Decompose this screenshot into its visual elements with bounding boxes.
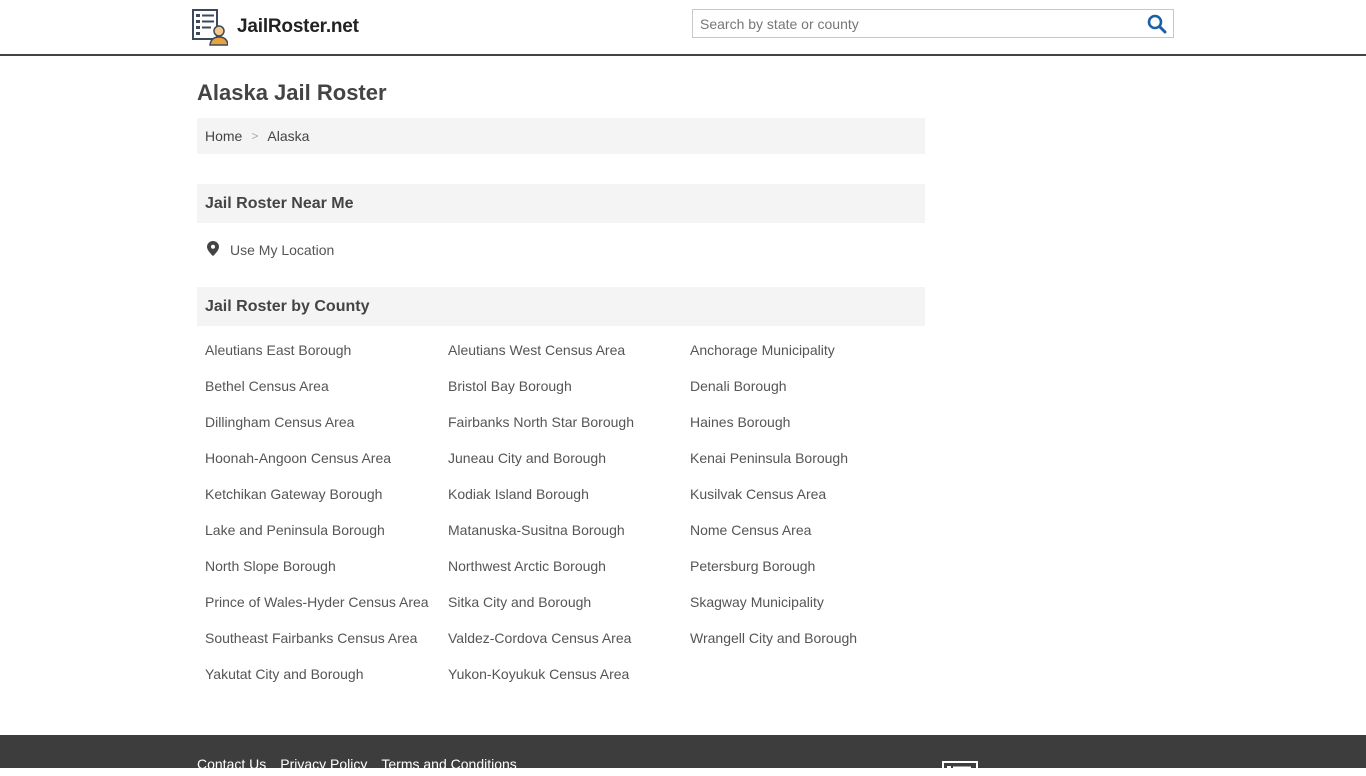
page-title: Alaska Jail Roster bbox=[197, 80, 387, 105]
site-logo[interactable]: JailRoster.net bbox=[192, 8, 359, 46]
county-link[interactable]: Prince of Wales-Hyder Census Area bbox=[205, 594, 448, 630]
breadcrumb-current: Alaska bbox=[267, 128, 310, 144]
search-input[interactable] bbox=[700, 10, 1130, 37]
breadcrumb: Home > Alaska bbox=[197, 118, 925, 154]
county-link[interactable]: North Slope Borough bbox=[205, 558, 448, 594]
county-link[interactable]: Haines Borough bbox=[690, 414, 925, 450]
county-link[interactable]: Kenai Peninsula Borough bbox=[690, 450, 925, 486]
search-icon[interactable] bbox=[1147, 14, 1167, 34]
county-link[interactable]: Denali Borough bbox=[690, 378, 925, 414]
county-link[interactable]: Lake and Peninsula Borough bbox=[205, 522, 448, 558]
county-link[interactable]: Sitka City and Borough bbox=[448, 594, 690, 630]
site-name: JailRoster.net bbox=[237, 16, 359, 37]
county-link[interactable]: Nome Census Area bbox=[690, 522, 925, 558]
county-link[interactable]: Juneau City and Borough bbox=[448, 450, 690, 486]
county-heading: Jail Roster by County bbox=[197, 287, 925, 326]
county-link[interactable]: Aleutians West Census Area bbox=[448, 342, 690, 378]
footer-link-privacy[interactable]: Privacy Policy bbox=[280, 756, 367, 772]
roster-list-icon bbox=[942, 758, 978, 776]
county-link[interactable]: Yakutat City and Borough bbox=[205, 666, 448, 702]
county-link[interactable]: Ketchikan Gateway Borough bbox=[205, 486, 448, 522]
county-link[interactable]: Kodiak Island Borough bbox=[448, 486, 690, 522]
county-link[interactable]: Anchorage Municipality bbox=[690, 342, 925, 378]
county-link[interactable]: Kusilvak Census Area bbox=[690, 486, 925, 522]
search-box bbox=[692, 9, 1174, 38]
breadcrumb-home-link[interactable]: Home bbox=[205, 128, 242, 144]
county-link[interactable]: Dillingham Census Area bbox=[205, 414, 448, 450]
county-link[interactable]: Aleutians East Borough bbox=[205, 342, 448, 378]
site-header: JailRoster.net bbox=[0, 0, 1366, 56]
site-footer: Contact Us Privacy Policy Terms and Cond… bbox=[0, 735, 1366, 775]
near-me-heading: Jail Roster Near Me bbox=[197, 184, 925, 223]
county-link[interactable]: Yukon-Koyukuk Census Area bbox=[448, 666, 690, 702]
county-link[interactable]: Skagway Municipality bbox=[690, 594, 925, 630]
county-link[interactable]: Hoonah-Angoon Census Area bbox=[205, 450, 448, 486]
footer-links: Contact Us Privacy Policy Terms and Cond… bbox=[197, 756, 531, 772]
footer-link-contact[interactable]: Contact Us bbox=[197, 756, 266, 772]
use-my-location-label: Use My Location bbox=[230, 242, 335, 258]
county-link[interactable]: Bethel Census Area bbox=[205, 378, 448, 414]
county-link[interactable]: Petersburg Borough bbox=[690, 558, 925, 594]
map-pin-icon bbox=[207, 241, 230, 259]
county-list: Aleutians East Borough Aleutians West Ce… bbox=[205, 342, 925, 702]
breadcrumb-separator: > bbox=[251, 129, 259, 143]
footer-link-terms[interactable]: Terms and Conditions bbox=[381, 756, 516, 772]
county-link[interactable]: Matanuska-Susitna Borough bbox=[448, 522, 690, 558]
use-my-location-link[interactable]: Use My Location bbox=[207, 241, 334, 259]
county-link[interactable]: Bristol Bay Borough bbox=[448, 378, 690, 414]
roster-logo-icon bbox=[192, 8, 228, 46]
county-link[interactable]: Northwest Arctic Borough bbox=[448, 558, 690, 594]
county-link[interactable]: Valdez-Cordova Census Area bbox=[448, 630, 690, 666]
county-link[interactable]: Fairbanks North Star Borough bbox=[448, 414, 690, 450]
county-link[interactable]: Southeast Fairbanks Census Area bbox=[205, 630, 448, 666]
county-link[interactable]: Wrangell City and Borough bbox=[690, 630, 925, 666]
